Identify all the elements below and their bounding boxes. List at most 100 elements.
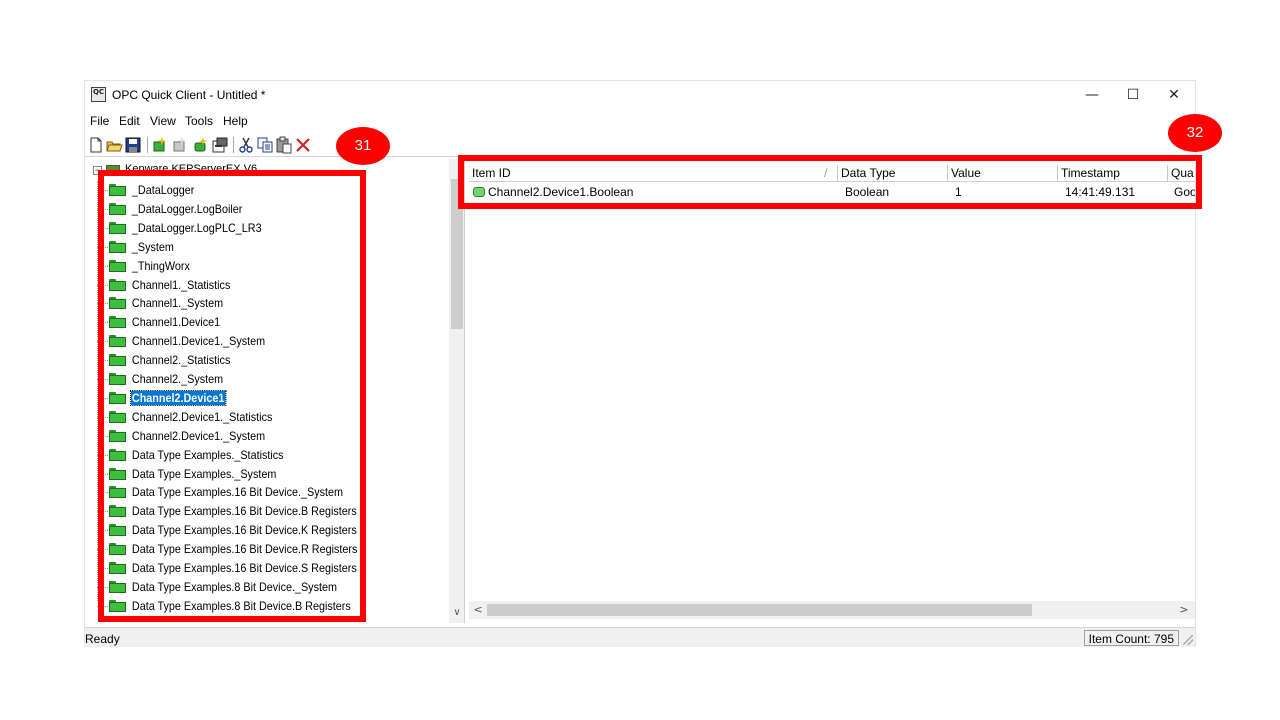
tree-item-label: _DataLogger.LogPLC_LR3	[131, 220, 262, 235]
tree-connector	[97, 605, 108, 607]
tree-item-label: Channel1._System	[131, 296, 224, 311]
server-tree-pane: − Kepware.KEPServerEX.V6 _DataLogger _Dat…	[85, 159, 465, 623]
menu-help[interactable]: Help	[223, 114, 248, 128]
menu-file[interactable]: File	[90, 114, 109, 128]
folder-icon	[109, 297, 126, 310]
tree-vertical-scrollbar[interactable]: ∨	[449, 159, 464, 623]
item-list-pane: Item ID / Data Type Value Timestamp Qua C…	[469, 159, 1195, 623]
tree-item-label: Data Type Examples.16 Bit Device._System	[131, 485, 344, 500]
tree-connector	[97, 568, 108, 569]
tree-item-label: Channel1.Device1	[131, 315, 221, 330]
cell-data-type: Boolean	[845, 185, 890, 199]
tree-scroll-thumb[interactable]	[451, 179, 463, 329]
tree-item-label: Channel2.Device1._System	[131, 428, 266, 443]
column-value[interactable]: Value	[948, 165, 1058, 182]
copy-icon[interactable]	[256, 136, 274, 154]
column-item-id[interactable]: Item ID /	[469, 165, 838, 182]
title-bar: QC OPC Quick Client - Untitled * — ☐ ✕	[85, 81, 1195, 109]
column-timestamp[interactable]: Timestamp	[1058, 165, 1168, 182]
folder-icon	[109, 543, 126, 556]
cell-timestamp: 14:41:49.131	[1065, 185, 1136, 199]
folder-icon	[109, 335, 126, 348]
toolbar-separator	[147, 137, 148, 153]
server-icon	[106, 165, 120, 175]
toolbar	[85, 133, 1195, 157]
tree-item-label: _ThingWorx	[131, 258, 190, 273]
tree-item-label: Data Type Examples.16 Bit Device.B Regis…	[131, 504, 357, 519]
window-title: OPC Quick Client - Untitled *	[112, 88, 266, 102]
toolbar-separator	[233, 137, 234, 153]
tree-connector	[97, 530, 108, 532]
sort-indicator-icon: /	[824, 166, 828, 180]
folder-icon	[109, 259, 126, 272]
annotation-badge-31: 31	[336, 127, 390, 165]
tree-connector	[97, 549, 108, 551]
new-server-icon[interactable]	[151, 136, 169, 154]
annotation-badge-32: 32	[1168, 114, 1222, 152]
close-button[interactable]: ✕	[1154, 83, 1194, 107]
folder-icon	[109, 599, 126, 612]
menu-edit[interactable]: Edit	[119, 114, 140, 128]
new-item-icon[interactable]	[191, 136, 209, 154]
tag-icon	[473, 187, 485, 197]
folder-icon	[109, 410, 126, 423]
properties-icon[interactable]	[211, 136, 229, 154]
cut-icon[interactable]	[237, 136, 255, 154]
tree-item-label: Channel2.Device1._Statistics	[131, 409, 273, 424]
column-quality[interactable]: Qua	[1168, 165, 1195, 182]
scroll-right-icon[interactable]: >	[1177, 603, 1191, 617]
cell-quality: Goo	[1174, 185, 1195, 199]
tree-item-label: Data Type Examples.16 Bit Device.K Regis…	[131, 523, 357, 538]
folder-icon	[109, 354, 126, 367]
tree-connector	[97, 181, 98, 601]
tree-connector	[97, 227, 108, 229]
new-group-icon[interactable]	[171, 136, 189, 154]
collapse-icon[interactable]: −	[93, 166, 102, 175]
tree-connector	[97, 492, 108, 494]
folder-icon	[109, 202, 126, 215]
table-row[interactable]: Channel2.Device1.Boolean Boolean 1 14:41…	[469, 183, 1195, 201]
paste-icon[interactable]	[275, 136, 293, 154]
list-horizontal-scrollbar[interactable]: < >	[469, 601, 1195, 619]
new-icon[interactable]	[87, 136, 105, 154]
open-icon[interactable]	[105, 136, 123, 154]
scroll-down-icon[interactable]: ∨	[449, 607, 464, 621]
tree-item-label: Channel2.Device1	[130, 389, 227, 406]
menu-bar: File Edit View Tools Help	[85, 111, 1195, 131]
tree-connector	[97, 360, 108, 362]
scroll-left-icon[interactable]: <	[471, 603, 485, 617]
folder-icon	[109, 486, 126, 499]
folder-icon	[109, 221, 126, 234]
cell-value: 1	[955, 185, 962, 199]
tree-connector	[97, 303, 108, 305]
tree-connector	[97, 416, 108, 418]
tree-item-label: Channel1.Device1._System	[131, 334, 266, 349]
minimize-button[interactable]: —	[1072, 83, 1112, 107]
folder-icon	[109, 467, 126, 480]
menu-tools[interactable]: Tools	[185, 114, 213, 128]
resize-grip-icon[interactable]	[1183, 635, 1193, 645]
tree-item-label: _DataLogger	[131, 183, 195, 197]
column-data-type[interactable]: Data Type	[838, 165, 948, 182]
status-text: Ready	[85, 632, 120, 646]
tree-item-label: Data Type Examples.16 Bit Device.R Regis…	[131, 542, 358, 557]
tree-item-label: Channel2._Statistics	[131, 353, 231, 368]
tree-root-label: Kepware.KEPServerEX.V6	[125, 163, 258, 175]
tree-item-label: Data Type Examples.8 Bit Device.B Regist…	[131, 598, 351, 613]
menu-view[interactable]: View	[150, 114, 176, 128]
save-icon[interactable]	[124, 136, 142, 154]
tree-connector	[97, 341, 108, 343]
folder-icon	[109, 505, 126, 518]
tree-connector	[97, 246, 108, 248]
tree-item-label: Channel2._System	[131, 372, 224, 386]
tree-connector	[97, 265, 108, 267]
folder-icon	[109, 524, 126, 537]
folder-icon	[109, 391, 126, 404]
tree-item-label: Data Type Examples._Statistics	[131, 447, 284, 462]
folder-icon	[109, 562, 126, 574]
list-header: Item ID / Data Type Value Timestamp Qua	[469, 165, 1195, 182]
delete-icon[interactable]	[294, 136, 312, 154]
maximize-button[interactable]: ☐	[1113, 83, 1153, 107]
list-scroll-thumb[interactable]	[487, 604, 1032, 616]
app-icon: QC	[91, 87, 106, 102]
